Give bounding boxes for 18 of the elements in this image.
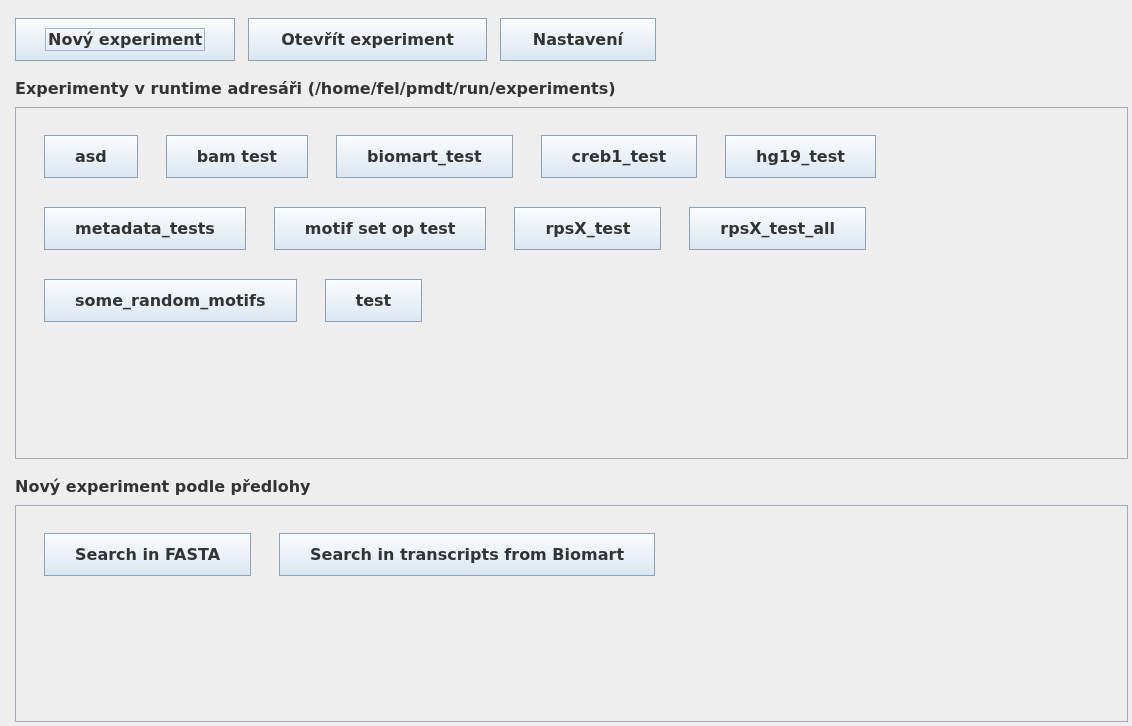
experiment-button[interactable]: bam test bbox=[165, 135, 308, 178]
section-heading: Nový experiment podle předlohy bbox=[15, 477, 312, 496]
experiment-button[interactable]: creb1_test bbox=[540, 135, 698, 178]
experiment-button[interactable]: asd bbox=[44, 135, 138, 178]
toolbar-button[interactable]: Nový experiment bbox=[15, 18, 236, 61]
experiment-button[interactable]: hg19_test bbox=[725, 135, 876, 178]
template-button[interactable]: Search in transcripts from Biomart bbox=[279, 533, 656, 576]
toolbar-button[interactable]: Nastavení bbox=[499, 18, 657, 61]
toolbar-button[interactable]: Otevřít experiment bbox=[248, 18, 487, 61]
experiment-button[interactable]: rpsX_test_all bbox=[689, 207, 866, 250]
experiment-button[interactable]: biomart_test bbox=[335, 135, 513, 178]
experiment-button[interactable]: metadata_tests bbox=[44, 207, 246, 250]
experiment-button[interactable]: rpsX_test bbox=[514, 207, 662, 250]
experiment-button[interactable]: some_random_motifs bbox=[44, 279, 297, 322]
experiment-button[interactable]: test bbox=[324, 279, 423, 322]
section-heading: Experimenty v runtime adresáři (/home/fel/pmdt/run/experiments) bbox=[15, 79, 617, 98]
template-button[interactable]: Search in FASTA bbox=[44, 533, 251, 576]
experiment-button[interactable]: motif set op test bbox=[273, 207, 487, 250]
